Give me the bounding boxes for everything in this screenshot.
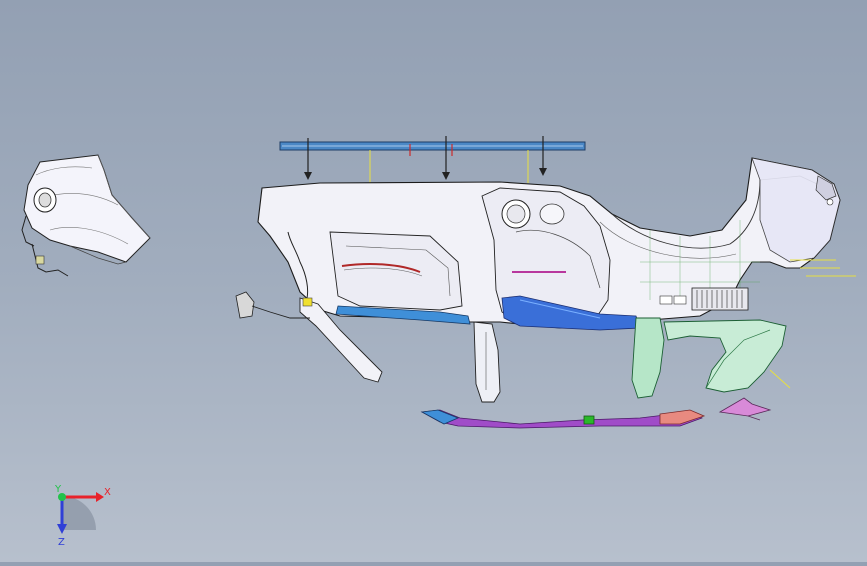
cad-3d-viewport[interactable]: X Y Z [0, 0, 867, 562]
y-axis-label: Y [54, 484, 62, 495]
right-corner-bracket[interactable] [718, 397, 772, 421]
upper-cross-rail[interactable] [279, 136, 586, 183]
coordinate-triad: X Y Z [54, 484, 111, 548]
x-axis-label: X [104, 487, 111, 498]
z-axis-label: Z [58, 537, 65, 548]
model-canvas[interactable]: X Y Z [0, 0, 867, 562]
rear-body-assembly[interactable] [235, 157, 856, 403]
vent-grille [691, 287, 749, 311]
lower-trim-strip[interactable] [420, 409, 706, 429]
left-rear-quarter-panel[interactable] [21, 154, 151, 277]
